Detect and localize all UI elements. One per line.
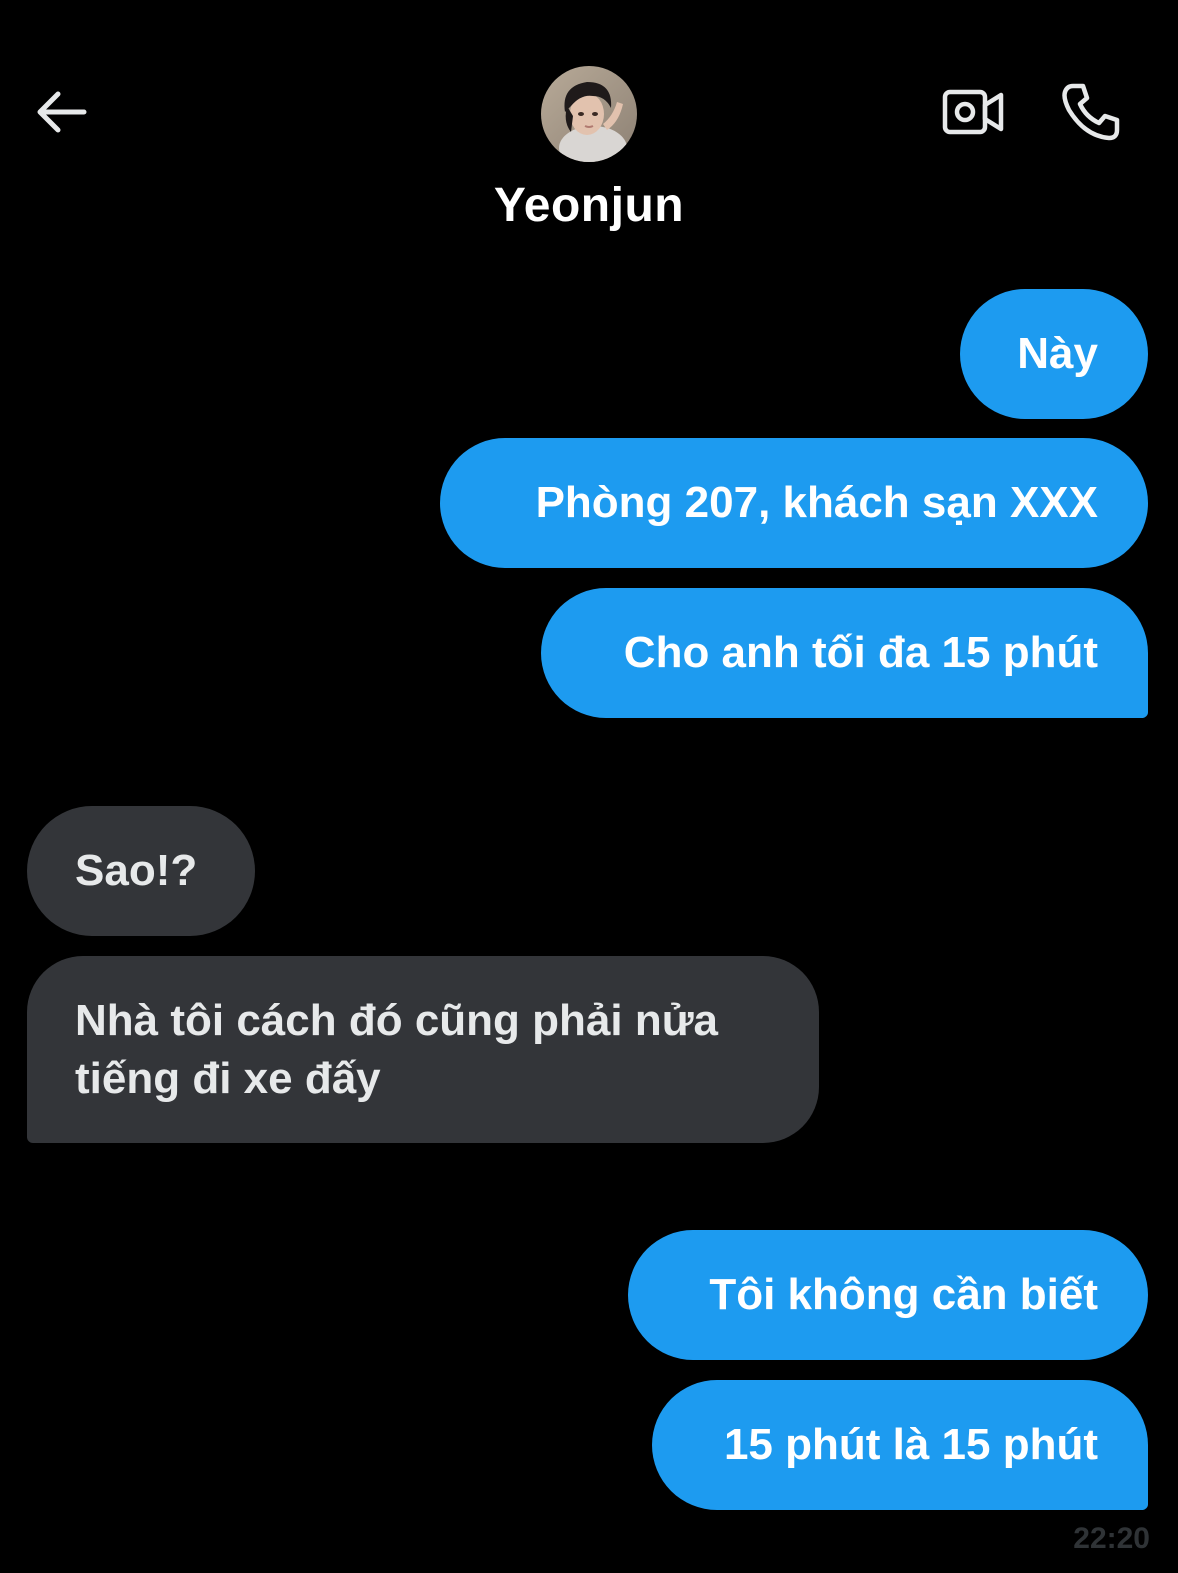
message-bubble-sent[interactable]: Phòng 207, khách sạn XXX — [440, 438, 1148, 568]
voice-call-button[interactable] — [1056, 78, 1126, 146]
message-bubble-received[interactable]: Nhà tôi cách đó cũng phải nửa tiếng đi x… — [27, 956, 819, 1143]
conversation-header: Yeonjun — [0, 0, 1178, 260]
video-call-button[interactable] — [938, 80, 1008, 144]
avatar-photo — [541, 66, 637, 162]
message-text: Tôi không cần biết — [709, 1270, 1098, 1319]
message-bubble-sent[interactable]: Tôi không cần biết — [628, 1230, 1148, 1360]
phone-icon — [1062, 83, 1120, 141]
message-bubble-sent[interactable]: 15 phút là 15 phút — [652, 1380, 1148, 1510]
message-timestamp: 22:20 — [1073, 1522, 1150, 1555]
contact-name[interactable]: Yeonjun — [0, 178, 1178, 233]
message-text: Sao!? — [75, 846, 198, 895]
back-button[interactable] — [28, 80, 92, 144]
arrow-left-icon — [37, 91, 87, 133]
message-text: Nhà tôi cách đó cũng phải nửa tiếng đi x… — [75, 995, 719, 1103]
message-text: Này — [1017, 329, 1098, 378]
message-text: Phòng 207, khách sạn XXX — [535, 478, 1098, 527]
message-text: 15 phút là 15 phút — [723, 1420, 1098, 1469]
video-camera-icon — [942, 89, 1004, 135]
message-bubble-sent[interactable]: Này — [960, 289, 1148, 419]
message-bubble-received[interactable]: Sao!? — [27, 806, 255, 936]
avatar[interactable] — [541, 66, 637, 162]
message-bubble-sent[interactable]: Cho anh tối đa 15 phút — [541, 588, 1148, 718]
message-text: Cho anh tối đa 15 phút — [623, 628, 1098, 677]
